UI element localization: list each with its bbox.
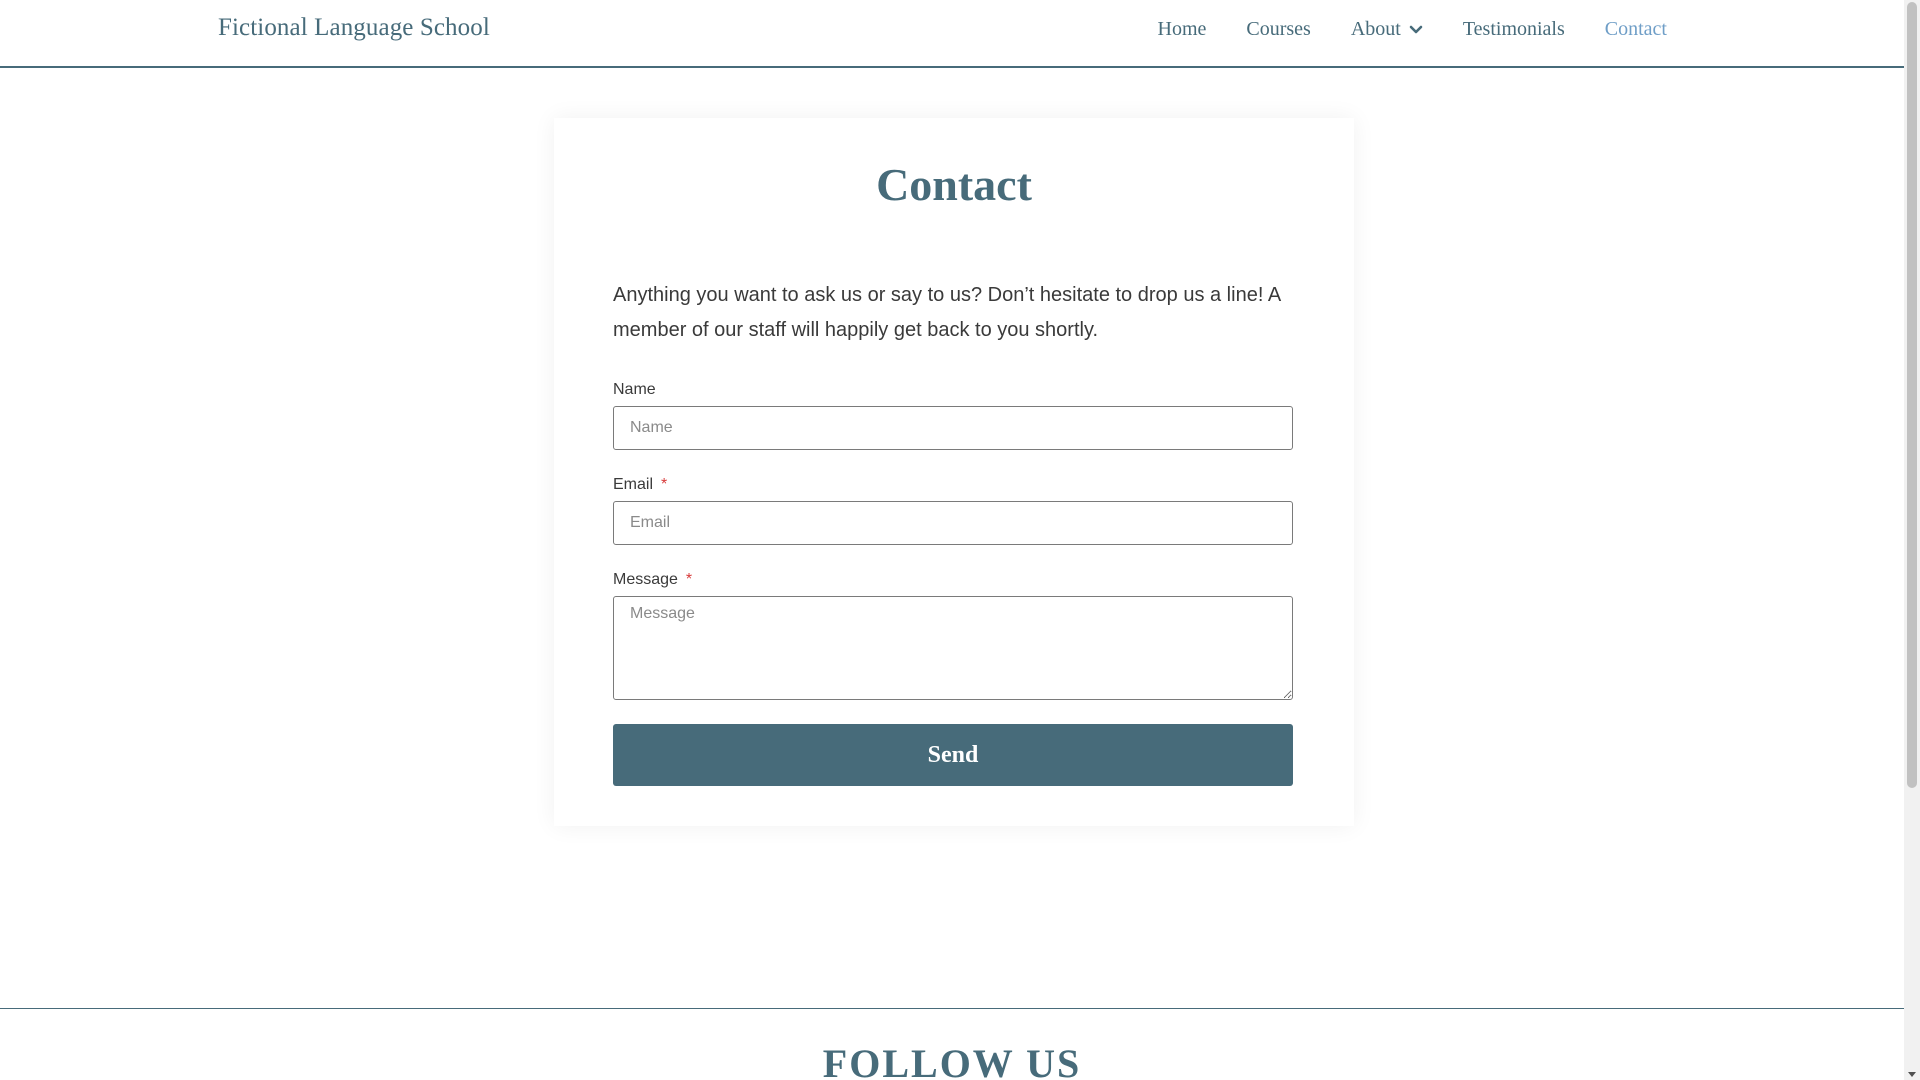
- message-textarea[interactable]: [613, 596, 1293, 700]
- nav-item-label: About: [1350, 18, 1401, 40]
- scroll-down-arrow-icon[interactable]: [1908, 1072, 1916, 1077]
- send-button[interactable]: Send: [613, 724, 1293, 786]
- name-label: Name: [613, 381, 656, 399]
- nav-item-label: Testimonials: [1462, 18, 1565, 40]
- chevron-down-icon[interactable]: [1409, 25, 1423, 35]
- scrollbar[interactable]: [1904, 0, 1920, 1080]
- site-header: Fictional Language School Home Courses A…: [0, 0, 1904, 68]
- email-label-text: Email: [613, 476, 654, 493]
- nav-item-about[interactable]: About: [1351, 18, 1423, 41]
- nav-item-home[interactable]: Home: [1158, 18, 1207, 41]
- nav-item-label: Courses: [1246, 18, 1311, 40]
- scrollbar-thumb[interactable]: [1907, 2, 1917, 788]
- message-label-text: Message: [613, 571, 678, 588]
- nav-item-label: Home: [1157, 18, 1207, 40]
- nav-item-contact[interactable]: Contact: [1605, 18, 1667, 41]
- page-title: Contact: [876, 159, 1032, 210]
- message-label: Message *: [613, 571, 692, 589]
- main-nav: Home Courses About Testimonials Contact: [1118, 18, 1668, 41]
- email-label: Email *: [613, 476, 667, 494]
- nav-item-label: Contact: [1604, 18, 1667, 40]
- follow-us-heading: FOLLOW US: [822, 1041, 1082, 1080]
- email-input[interactable]: [613, 501, 1293, 545]
- page: Fictional Language School Home Courses A…: [0, 0, 1904, 1080]
- footer-divider: [0, 1008, 1904, 1009]
- name-input[interactable]: [613, 406, 1293, 450]
- nav-item-testimonials[interactable]: Testimonials: [1463, 18, 1565, 41]
- required-marker: *: [685, 571, 693, 588]
- nav-item-courses[interactable]: Courses: [1246, 18, 1310, 41]
- site-title[interactable]: Fictional Language School: [218, 14, 490, 42]
- required-marker: *: [661, 476, 668, 493]
- name-label-text: Name: [613, 381, 656, 398]
- intro-text: Anything you want to ask us or say to us…: [613, 284, 1281, 341]
- contact-card: Contact Anything you want to ask us or s…: [554, 118, 1354, 826]
